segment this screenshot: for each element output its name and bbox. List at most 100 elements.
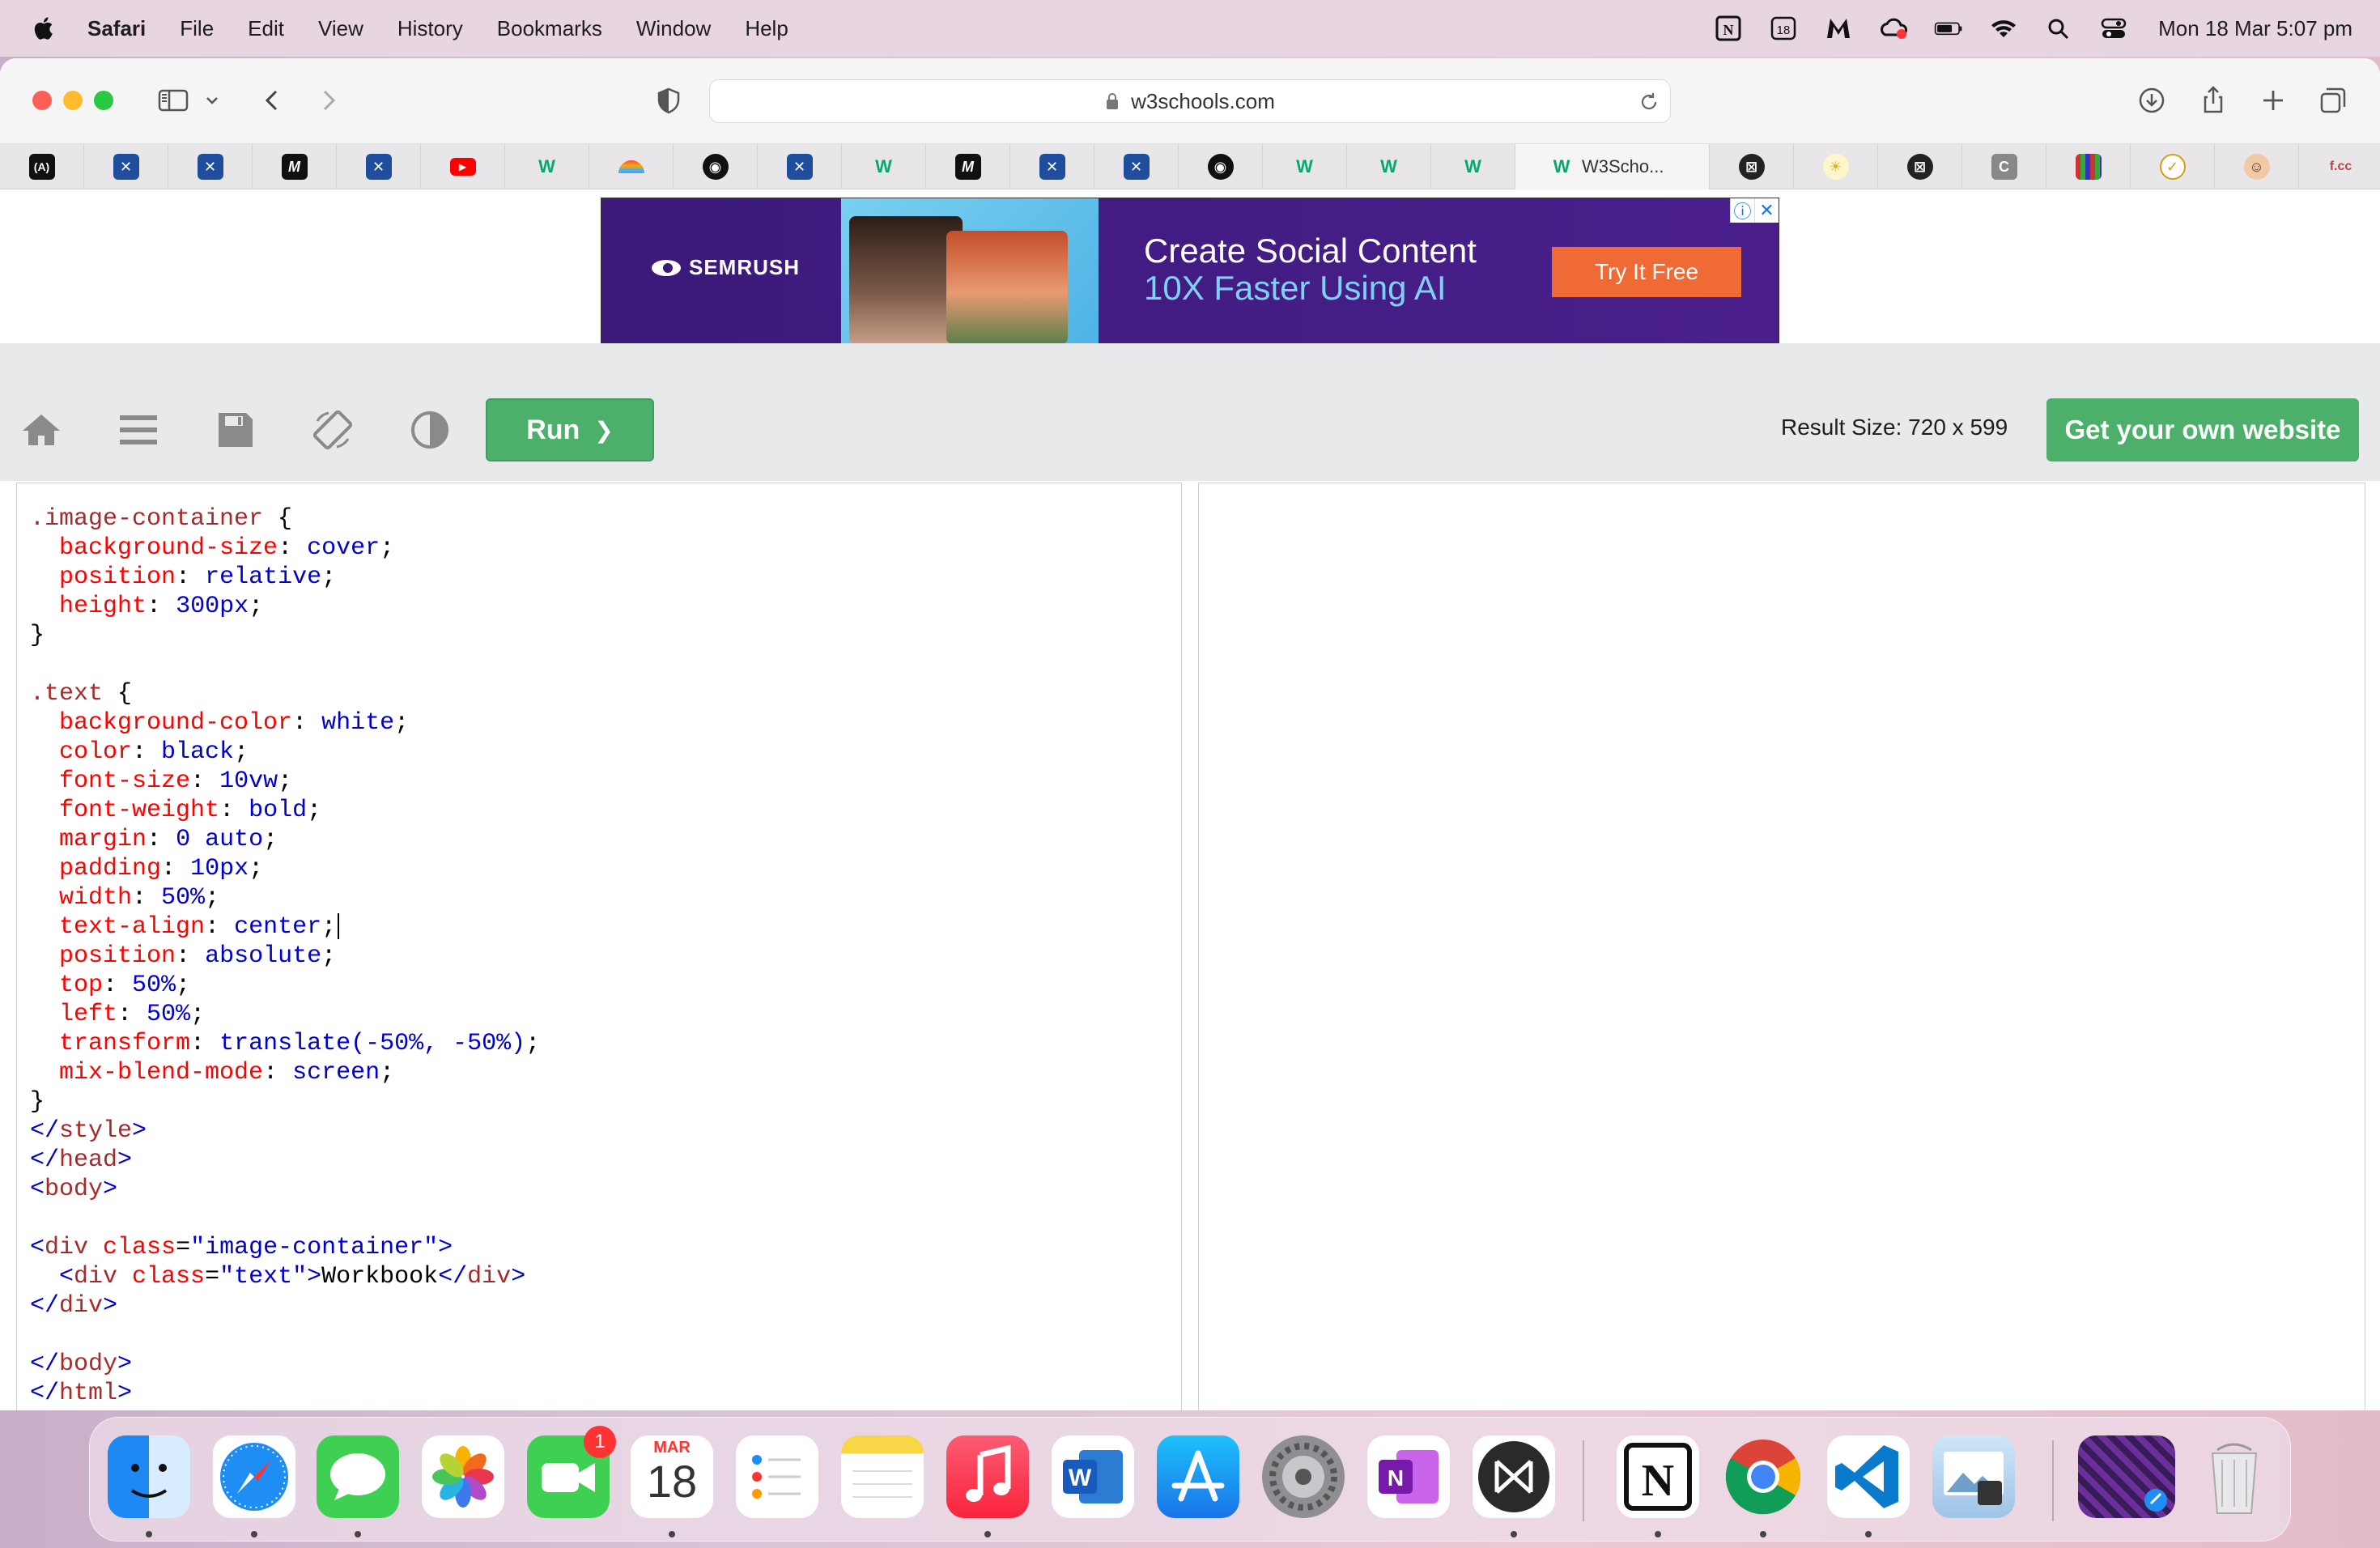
- code-line[interactable]: </html>: [30, 1379, 1181, 1408]
- system-settings-icon[interactable]: [1262, 1435, 1345, 1518]
- tab-favicon-c-logo[interactable]: C: [1962, 144, 2046, 189]
- notion-app-icon[interactable]: N: [1617, 1435, 1699, 1518]
- control-center-icon[interactable]: [2098, 15, 2129, 42]
- apple-menu-icon[interactable]: [31, 15, 58, 42]
- tab-favicon-github[interactable]: ◉: [674, 144, 758, 189]
- notes-icon[interactable]: [841, 1435, 924, 1518]
- tab-favicon-m-logo[interactable]: M: [253, 144, 337, 189]
- menu-app-safari[interactable]: Safari: [87, 16, 146, 41]
- onenote-icon[interactable]: N: [1367, 1435, 1450, 1518]
- tab-favicon-blue-crest[interactable]: ✕: [337, 144, 421, 189]
- code-line[interactable]: font-weight: bold;: [30, 796, 1181, 825]
- chrome-icon[interactable]: [1722, 1435, 1804, 1518]
- bear-app-icon[interactable]: [1473, 1435, 1555, 1518]
- menu-history[interactable]: History: [397, 16, 463, 41]
- tab-favicon-w3schools[interactable]: W: [505, 144, 589, 189]
- finder-icon[interactable]: [108, 1435, 190, 1518]
- code-line[interactable]: mix-blend-mode: screen;: [30, 1058, 1181, 1087]
- code-editor[interactable]: .image-container { background-size: cove…: [16, 483, 1182, 1410]
- tab-favicon-blue-crest[interactable]: ✕: [758, 144, 842, 189]
- tab-favicon-blue-crest[interactable]: ✕: [1010, 144, 1094, 189]
- safari-icon[interactable]: [213, 1435, 295, 1518]
- tab-favicon-m-logo[interactable]: M: [926, 144, 1010, 189]
- code-line[interactable]: margin: 0 auto;: [30, 825, 1181, 854]
- code-line[interactable]: [30, 650, 1181, 679]
- reminders-icon[interactable]: [736, 1435, 818, 1518]
- menu-icon[interactable]: [117, 408, 160, 452]
- code-line[interactable]: position: relative;: [30, 563, 1181, 592]
- tab-favicon-fcc[interactable]: f.cc: [2299, 144, 2380, 189]
- zoom-window-button[interactable]: [94, 91, 113, 110]
- tab-favicon-youtube[interactable]: ▶: [421, 144, 505, 189]
- tab-favicon-github[interactable]: ◉: [1179, 144, 1263, 189]
- code-line[interactable]: background-color: white;: [30, 708, 1181, 738]
- code-line[interactable]: color: black;: [30, 738, 1181, 767]
- word-icon[interactable]: W: [1052, 1435, 1134, 1518]
- code-line[interactable]: background-size: cover;: [30, 534, 1181, 563]
- notion-icon[interactable]: N: [1713, 15, 1744, 42]
- tab-favicon-w3schools[interactable]: W: [1347, 144, 1431, 189]
- address-bar[interactable]: w3schools.com: [709, 79, 1671, 123]
- code-line[interactable]: position: absolute;: [30, 942, 1181, 971]
- menu-help[interactable]: Help: [745, 16, 788, 41]
- music-icon[interactable]: [946, 1435, 1029, 1518]
- code-line[interactable]: left: 50%;: [30, 1000, 1181, 1029]
- tab-favicon-bear[interactable]: ⊠: [1878, 144, 1962, 189]
- tab-favicon-w3schools[interactable]: W: [1431, 144, 1515, 189]
- tab-overview-icon[interactable]: [2317, 84, 2349, 117]
- code-line[interactable]: </style>: [30, 1116, 1181, 1146]
- code-line[interactable]: width: 50%;: [30, 883, 1181, 912]
- contrast-toggle-icon[interactable]: [408, 408, 452, 452]
- vscode-icon[interactable]: [1827, 1435, 1910, 1518]
- menu-window[interactable]: Window: [636, 16, 711, 41]
- code-line[interactable]: }: [30, 1087, 1181, 1116]
- new-tab-icon[interactable]: [2257, 84, 2289, 117]
- menu-edit[interactable]: Edit: [248, 16, 284, 41]
- code-line[interactable]: <div class="image-container">: [30, 1233, 1181, 1262]
- ad-banner[interactable]: SEMRUSH Create Social Content 10X Faster…: [601, 198, 1779, 344]
- downloads-stack-icon[interactable]: [2078, 1435, 2175, 1518]
- get-your-own-website-button[interactable]: Get your own website: [2046, 398, 2359, 461]
- tab-favicon-blue-crest[interactable]: ✕: [84, 144, 168, 189]
- search-icon[interactable]: [2043, 15, 2074, 42]
- downloads-icon[interactable]: [2136, 84, 2168, 117]
- mail-m-icon[interactable]: [1823, 15, 1854, 42]
- tab-favicon-sunny[interactable]: ☀: [1794, 144, 1878, 189]
- rotate-orientation-icon[interactable]: [311, 408, 355, 452]
- reload-icon[interactable]: [1638, 91, 1660, 113]
- ad-close-icon[interactable]: ✕: [1754, 198, 1779, 223]
- messages-icon[interactable]: [317, 1435, 399, 1518]
- code-line[interactable]: <div class="text">Workbook</div>: [30, 1262, 1181, 1291]
- code-line[interactable]: [30, 1320, 1181, 1350]
- tab-favicon-blue-crest[interactable]: ✕: [168, 144, 253, 189]
- code-line[interactable]: [30, 1204, 1181, 1233]
- privacy-shield-icon[interactable]: [652, 84, 685, 117]
- menu-view[interactable]: View: [318, 16, 363, 41]
- code-line[interactable]: </body>: [30, 1350, 1181, 1379]
- save-icon[interactable]: [214, 408, 257, 452]
- share-icon[interactable]: [2197, 84, 2229, 117]
- menu-file[interactable]: File: [180, 16, 214, 41]
- wifi-icon[interactable]: [1988, 15, 2019, 42]
- code-line[interactable]: text-align: center;: [30, 912, 1181, 942]
- tab-favicon-bear[interactable]: ⊠: [1710, 144, 1794, 189]
- sidebar-icon[interactable]: [157, 84, 189, 117]
- run-button[interactable]: Run ❯: [486, 398, 654, 461]
- tab-active-w3schools[interactable]: W W3Scho...: [1515, 144, 1710, 189]
- menubar-clock[interactable]: Mon 18 Mar 5:07 pm: [2158, 16, 2352, 41]
- code-line[interactable]: }: [30, 621, 1181, 650]
- tab-favicon-grid[interactable]: [2046, 144, 2131, 189]
- app-store-icon[interactable]: [1157, 1435, 1239, 1518]
- calendar-18-icon[interactable]: 18: [1768, 15, 1799, 42]
- battery-icon[interactable]: [1933, 15, 1964, 42]
- code-line[interactable]: <body>: [30, 1175, 1181, 1204]
- menu-bookmarks[interactable]: Bookmarks: [497, 16, 602, 41]
- code-line[interactable]: font-size: 10vw;: [30, 767, 1181, 796]
- trash-icon[interactable]: [2193, 1435, 2276, 1518]
- code-line[interactable]: transform: translate(-50%, -50%);: [30, 1029, 1181, 1058]
- ad-cta-button[interactable]: Try It Free: [1552, 247, 1741, 297]
- minimize-window-button[interactable]: [63, 91, 83, 110]
- back-icon[interactable]: [256, 84, 288, 117]
- code-line[interactable]: height: 300px;: [30, 592, 1181, 621]
- tab-favicon-w3schools[interactable]: W: [842, 144, 926, 189]
